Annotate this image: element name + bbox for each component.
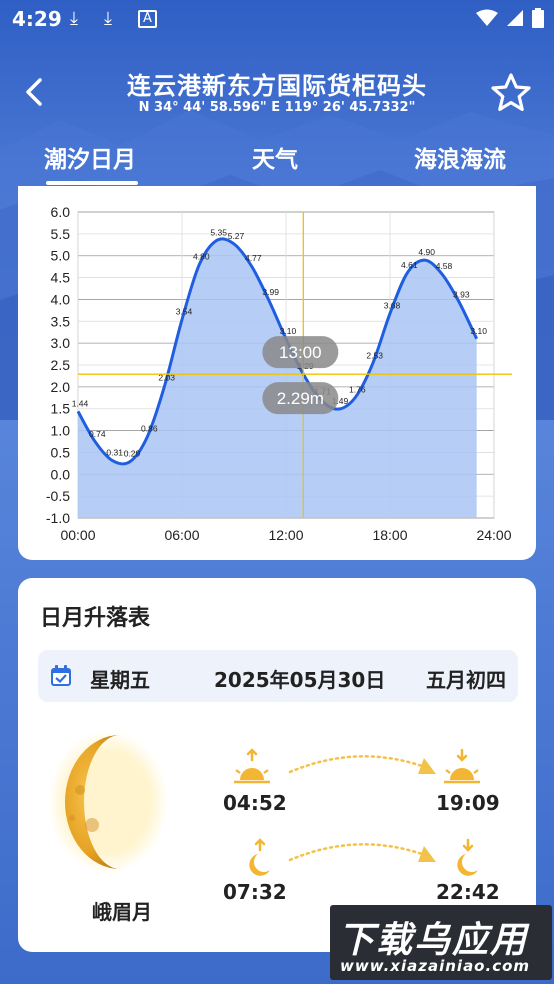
sun-moon-title: 日月升落表 [40,606,151,631]
sunrise-icon [234,748,270,784]
wifi-icon [476,9,498,26]
crosshair-time-label: 13:00 [279,343,322,362]
header: 连云港新东方国际货柜码头 N 34° 44' 58.596" E 119° 26… [0,60,554,130]
data-point-label: 4.58 [436,261,453,271]
y-tick-label: 0.5 [51,444,71,460]
moonrise-icon [249,838,270,876]
weekday: 星期五 [90,668,150,692]
x-tick-label: 06:00 [164,527,199,543]
font-icon: A [138,10,157,28]
y-tick-label: 4.5 [51,270,71,286]
tab-weather[interactable]: 天气 [252,140,298,174]
date-bar[interactable]: 星期五 2025年05月30日 五月初四 [38,650,518,702]
y-tick-label: 3.0 [51,335,71,351]
y-tick-label: -0.5 [46,488,70,504]
data-point-label: 3.10 [280,326,297,336]
sunset-time: 19:09 [436,791,500,815]
moonset-time: 22:42 [436,880,500,904]
y-tick-label: 5.0 [51,248,71,264]
data-point-label: 0.86 [141,424,158,434]
data-point-label: 1.44 [72,398,89,408]
data-point-label: 3.10 [470,326,487,336]
y-tick-label: -1.0 [46,510,70,526]
status-bar: 4:29 ⤓ ⤓ A [0,0,554,38]
sun-moon-card: 日月升落表 星期五 2025年05月30日 五月初四 峨眉月 04:52 19:… [18,578,536,952]
y-tick-label: 1.0 [51,423,71,439]
coordinates: N 34° 44' 58.596" E 119° 26' 45.7332" [138,100,416,115]
active-tab-indicator [46,181,138,185]
lunar-date: 五月初四 [426,668,506,692]
crosshair-value-label: 2.29m [277,389,324,408]
moon-path-arc [288,843,436,862]
y-tick-label: 0.0 [51,466,71,482]
y-tick-label: 2.0 [51,379,71,395]
favorite-star-icon[interactable] [490,72,532,114]
y-tick-label: 2.5 [51,357,71,373]
data-point-label: 3.54 [176,307,193,317]
tide-chart[interactable]: 1.440.740.31 0.290.862.033.544.805.35 5.27… [18,186,536,560]
watermark-logo: 下载乌应用 www.xiazainiao.com [330,905,552,980]
data-point-label: 2.53 [366,351,383,361]
data-point-label: 5.35 [210,227,227,237]
data-point-label: 4.90 [418,247,435,257]
sunset-icon [444,748,480,784]
data-point-label: 3.93 [453,289,470,299]
page-title: 连云港新东方国际货柜码头 [127,72,427,100]
moon-phase-label: 峨眉月 [92,900,152,924]
moonset-icon [457,838,478,876]
tide-chart-card: 1.44 0.74 0.31 0.29 0.86 2.03 3.54 4.80 5.35 5.27… [18,186,536,560]
sunrise-time: 04:52 [223,791,287,815]
data-point-label: 5.27 [228,231,245,241]
battery-icon [532,8,544,28]
calendar-icon[interactable] [50,665,72,687]
data-point-label: 0.74 [89,429,106,439]
x-tick-label: 00:00 [60,527,95,543]
y-tick-label: 5.5 [51,226,71,242]
data-point-label: 0.31 [106,448,123,458]
data-point-label: 3.68 [384,300,401,310]
y-tick-label: 6.0 [51,204,71,220]
watermark-url: www.xiazainiao.com [340,957,531,975]
x-tick-label: 24:00 [476,527,511,543]
data-point-label: 4.80 [193,251,210,261]
tab-bar: 潮汐日月 天气 海浪海流 [0,136,554,186]
tab-tide-sun-moon[interactable]: 潮汐日月 [44,140,136,174]
download-icon: ⤓ [104,8,112,29]
tab-waves-currents[interactable]: 海浪海流 [414,140,506,174]
x-tick-label: 18:00 [372,527,407,543]
moonrise-time: 07:32 [223,880,287,904]
watermark-title: 下载乌应用 [338,920,529,961]
data-point-label: 4.77 [245,253,262,263]
status-time: 4:29 [12,7,62,31]
x-tick-label: 12:00 [268,527,303,543]
download-icon: ⤓ [70,8,78,29]
y-tick-label: 4.0 [51,291,71,307]
moon-phase-icon [50,730,168,874]
y-tick-label: 3.5 [51,313,71,329]
y-tick-label: 1.5 [51,401,71,417]
data-point-label: 3.99 [262,287,279,297]
data-point-label: 0.29 [124,449,141,459]
data-point-label: 1.76 [349,384,366,394]
sun-path-arc [288,755,436,774]
data-point-label: 4.61 [401,260,418,270]
signal-icon [507,10,523,26]
gregorian-date: 2025年05月30日 [214,668,386,692]
